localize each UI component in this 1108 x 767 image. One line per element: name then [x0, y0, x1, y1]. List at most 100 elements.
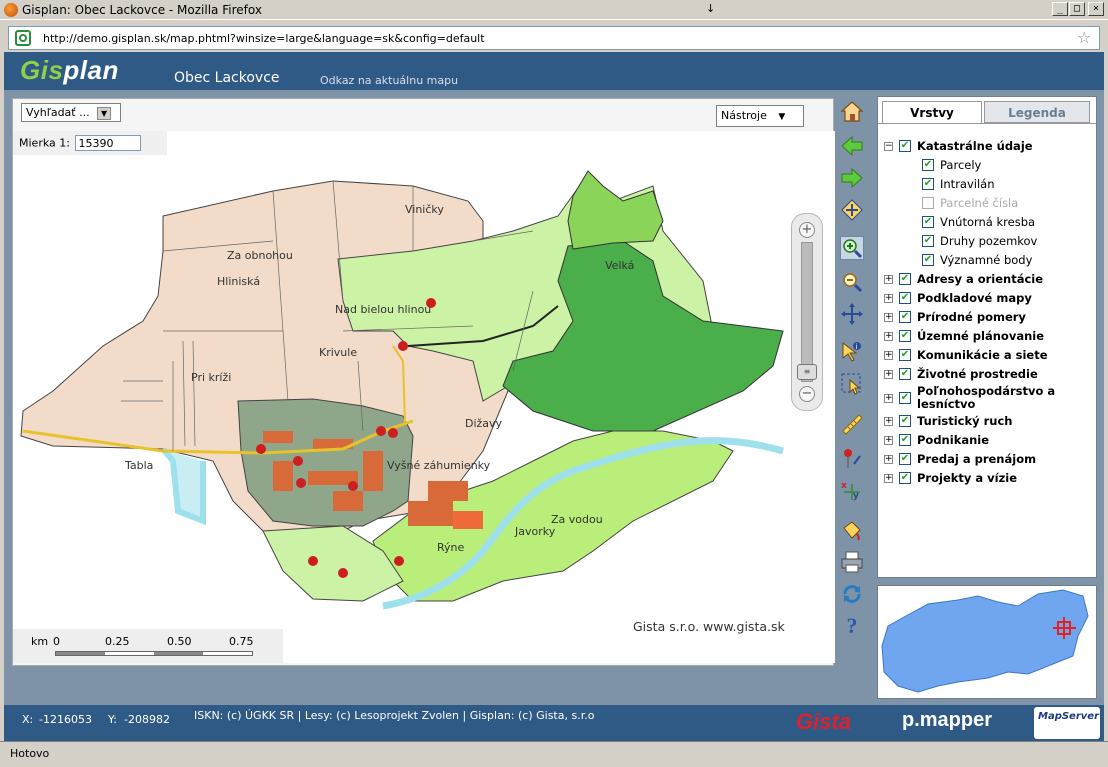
expand-icon[interactable]: + — [884, 331, 893, 341]
map-label-place: Pri kríži — [191, 371, 231, 384]
scale-input[interactable] — [75, 135, 142, 151]
layer-checkbox[interactable]: ✔ — [899, 292, 911, 304]
layer-group-label: Predaj a prenájom — [917, 451, 1037, 466]
layer-item[interactable]: ✔ Vnútorná kresba — [922, 213, 1035, 231]
layer-checkbox[interactable]: ✔ — [899, 330, 911, 342]
zoom-out-icon[interactable]: − — [799, 386, 815, 402]
expand-icon[interactable]: + — [884, 473, 893, 483]
layer-group[interactable]: + ✔ Komunikácie a siete — [884, 346, 1087, 364]
layer-checkbox[interactable]: ✔ — [899, 273, 911, 285]
layer-group[interactable]: + ✔ Projekty a vízie — [884, 469, 1087, 487]
layer-group[interactable]: − ✔ Katastrálne údaje — [884, 137, 1087, 155]
pan-icon[interactable] — [840, 302, 864, 326]
layer-checkbox[interactable]: ✔ — [922, 159, 934, 171]
expand-icon[interactable]: + — [884, 312, 893, 322]
overview-map[interactable] — [877, 585, 1097, 699]
poi-marker-icon[interactable] — [840, 446, 864, 470]
layer-group[interactable]: + ✔ Turistický ruch — [884, 412, 1087, 430]
layer-group[interactable]: + ✔ Životné prostredie — [884, 365, 1087, 383]
tab-vrstvy[interactable]: Vrstvy — [882, 101, 982, 123]
scalebar-tick: 0 — [53, 635, 60, 648]
layer-checkbox[interactable]: ✔ — [922, 254, 934, 266]
layer-group[interactable]: + ✔ Územné plánovanie — [884, 327, 1087, 345]
expand-icon[interactable]: + — [884, 274, 893, 284]
layer-item-label: Druhy pozemkov — [940, 234, 1038, 248]
layer-checkbox[interactable]: ✔ — [922, 235, 934, 247]
zoom-track[interactable] — [801, 242, 813, 382]
zoom-slider[interactable]: + ≡ − — [791, 213, 823, 411]
layer-checkbox[interactable]: ✔ — [899, 453, 911, 465]
tools-select[interactable]: Nástroje ▼ — [716, 105, 804, 127]
browser-status-bar: Hotovo — [0, 741, 1108, 767]
expand-icon[interactable]: + — [884, 350, 893, 360]
map-copyright: Gista s.r.o. www.gista.sk — [633, 619, 785, 634]
expand-icon[interactable]: + — [884, 393, 893, 403]
measure-ruler-icon[interactable] — [840, 412, 864, 436]
layer-item-label: Významné body — [940, 253, 1033, 267]
map-svg[interactable]: Viničky Za obnohou Hliniská Velká Nad bi… — [13, 131, 835, 663]
refresh-icon[interactable] — [840, 582, 864, 606]
select-icon[interactable] — [840, 372, 864, 396]
forward-arrow-icon[interactable] — [840, 166, 864, 190]
minimize-button[interactable]: _ — [1052, 2, 1068, 16]
layer-item[interactable]: ✔ Parcely — [922, 156, 981, 174]
home-icon[interactable] — [840, 100, 864, 124]
print-icon[interactable] — [840, 550, 864, 574]
layer-group[interactable]: + ✔ Podnikanie — [884, 431, 1087, 449]
layers-panel: Vrstvy Legenda − ✔ Katastrálne údaje ✔ Parce… — [877, 96, 1097, 578]
maximize-button[interactable]: □ — [1069, 2, 1085, 16]
url-input[interactable]: http://demo.gisplan.sk/map.phtml?winsize… — [8, 26, 1100, 50]
layer-item[interactable]: Parcelné čísla — [922, 194, 1018, 212]
zoom-handle[interactable]: ≡ — [797, 364, 817, 380]
identify-icon[interactable]: i — [840, 340, 864, 364]
expand-icon[interactable]: + — [884, 416, 893, 426]
layer-item[interactable]: ✔ Významné body — [922, 251, 1032, 269]
help-icon[interactable]: ? — [840, 613, 864, 638]
layer-checkbox[interactable]: ✔ — [899, 311, 911, 323]
layer-group[interactable]: + ✔ Predaj a prenájom — [884, 450, 1087, 468]
zoom-in-icon[interactable]: + — [799, 222, 815, 238]
collapse-icon[interactable]: − — [884, 141, 893, 151]
layer-checkbox[interactable]: ✔ — [899, 415, 911, 427]
search-select[interactable]: Vyhľadať ... ▼ — [21, 103, 121, 122]
layer-checkbox[interactable]: ✔ — [899, 368, 911, 380]
map-frame: Vyhľadať ... ▼ Nástroje ▼ Viničky Za obn… — [12, 98, 835, 666]
zoom-in-tool-icon[interactable] — [840, 236, 864, 260]
layer-checkbox[interactable]: ✔ — [899, 434, 911, 446]
expand-icon[interactable]: + — [884, 293, 893, 303]
layer-item[interactable]: ✔ Intravilán — [922, 175, 995, 193]
expand-icon[interactable]: + — [884, 369, 893, 379]
map-canvas[interactable]: Viničky Za obnohou Hliniská Velká Nad bi… — [13, 131, 835, 663]
zoom-out-tool-icon[interactable] — [840, 270, 864, 294]
layer-checkbox[interactable]: ✔ — [899, 472, 911, 484]
map-label-place: Za vodou — [551, 513, 603, 526]
layer-item[interactable]: ✔ Druhy pozemkov — [922, 232, 1037, 250]
gisplan-logo: Gisplan — [20, 55, 119, 85]
layer-checkbox[interactable]: ✔ — [899, 349, 911, 361]
expand-icon[interactable]: + — [884, 435, 893, 445]
layer-group[interactable]: + ✔ Poľnohospodárstvo a lesníctvo — [884, 384, 1087, 412]
clear-highlight-icon[interactable] — [840, 518, 864, 542]
layer-checkbox[interactable]: ✔ — [922, 178, 934, 190]
layer-group[interactable]: + ✔ Podkladové mapy — [884, 289, 1087, 307]
current-map-link[interactable]: Odkaz na aktuálnu mapu — [320, 74, 458, 87]
map-label-place: Viničky — [405, 203, 444, 216]
map-label-place: Velká — [605, 259, 634, 272]
layer-checkbox[interactable]: ✔ — [899, 392, 911, 404]
layer-group[interactable]: + ✔ Prírodné pomery — [884, 308, 1087, 326]
layer-checkbox[interactable]: ✔ — [899, 140, 911, 152]
expand-icon[interactable]: + — [884, 454, 893, 464]
tab-legenda[interactable]: Legenda — [984, 101, 1090, 123]
layer-group[interactable]: + ✔ Adresy a orientácie — [884, 270, 1087, 288]
layer-checkbox[interactable]: ✔ — [922, 216, 934, 228]
bookmark-star-icon[interactable]: ☆ — [1077, 28, 1091, 47]
zoom-full-extent-icon[interactable] — [840, 198, 864, 222]
layer-group-label: Prírodné pomery — [917, 309, 1026, 324]
window-titlebar: Gisplan: Obec Lackovce - Mozilla Firefox… — [0, 0, 1108, 20]
back-arrow-icon[interactable] — [840, 134, 864, 158]
close-button[interactable]: × — [1088, 2, 1104, 16]
svg-text:x: x — [841, 481, 847, 491]
layer-group-label: Podnikanie — [917, 432, 990, 447]
coordinates-icon[interactable]: xy — [840, 478, 864, 502]
layer-checkbox[interactable] — [922, 197, 934, 209]
